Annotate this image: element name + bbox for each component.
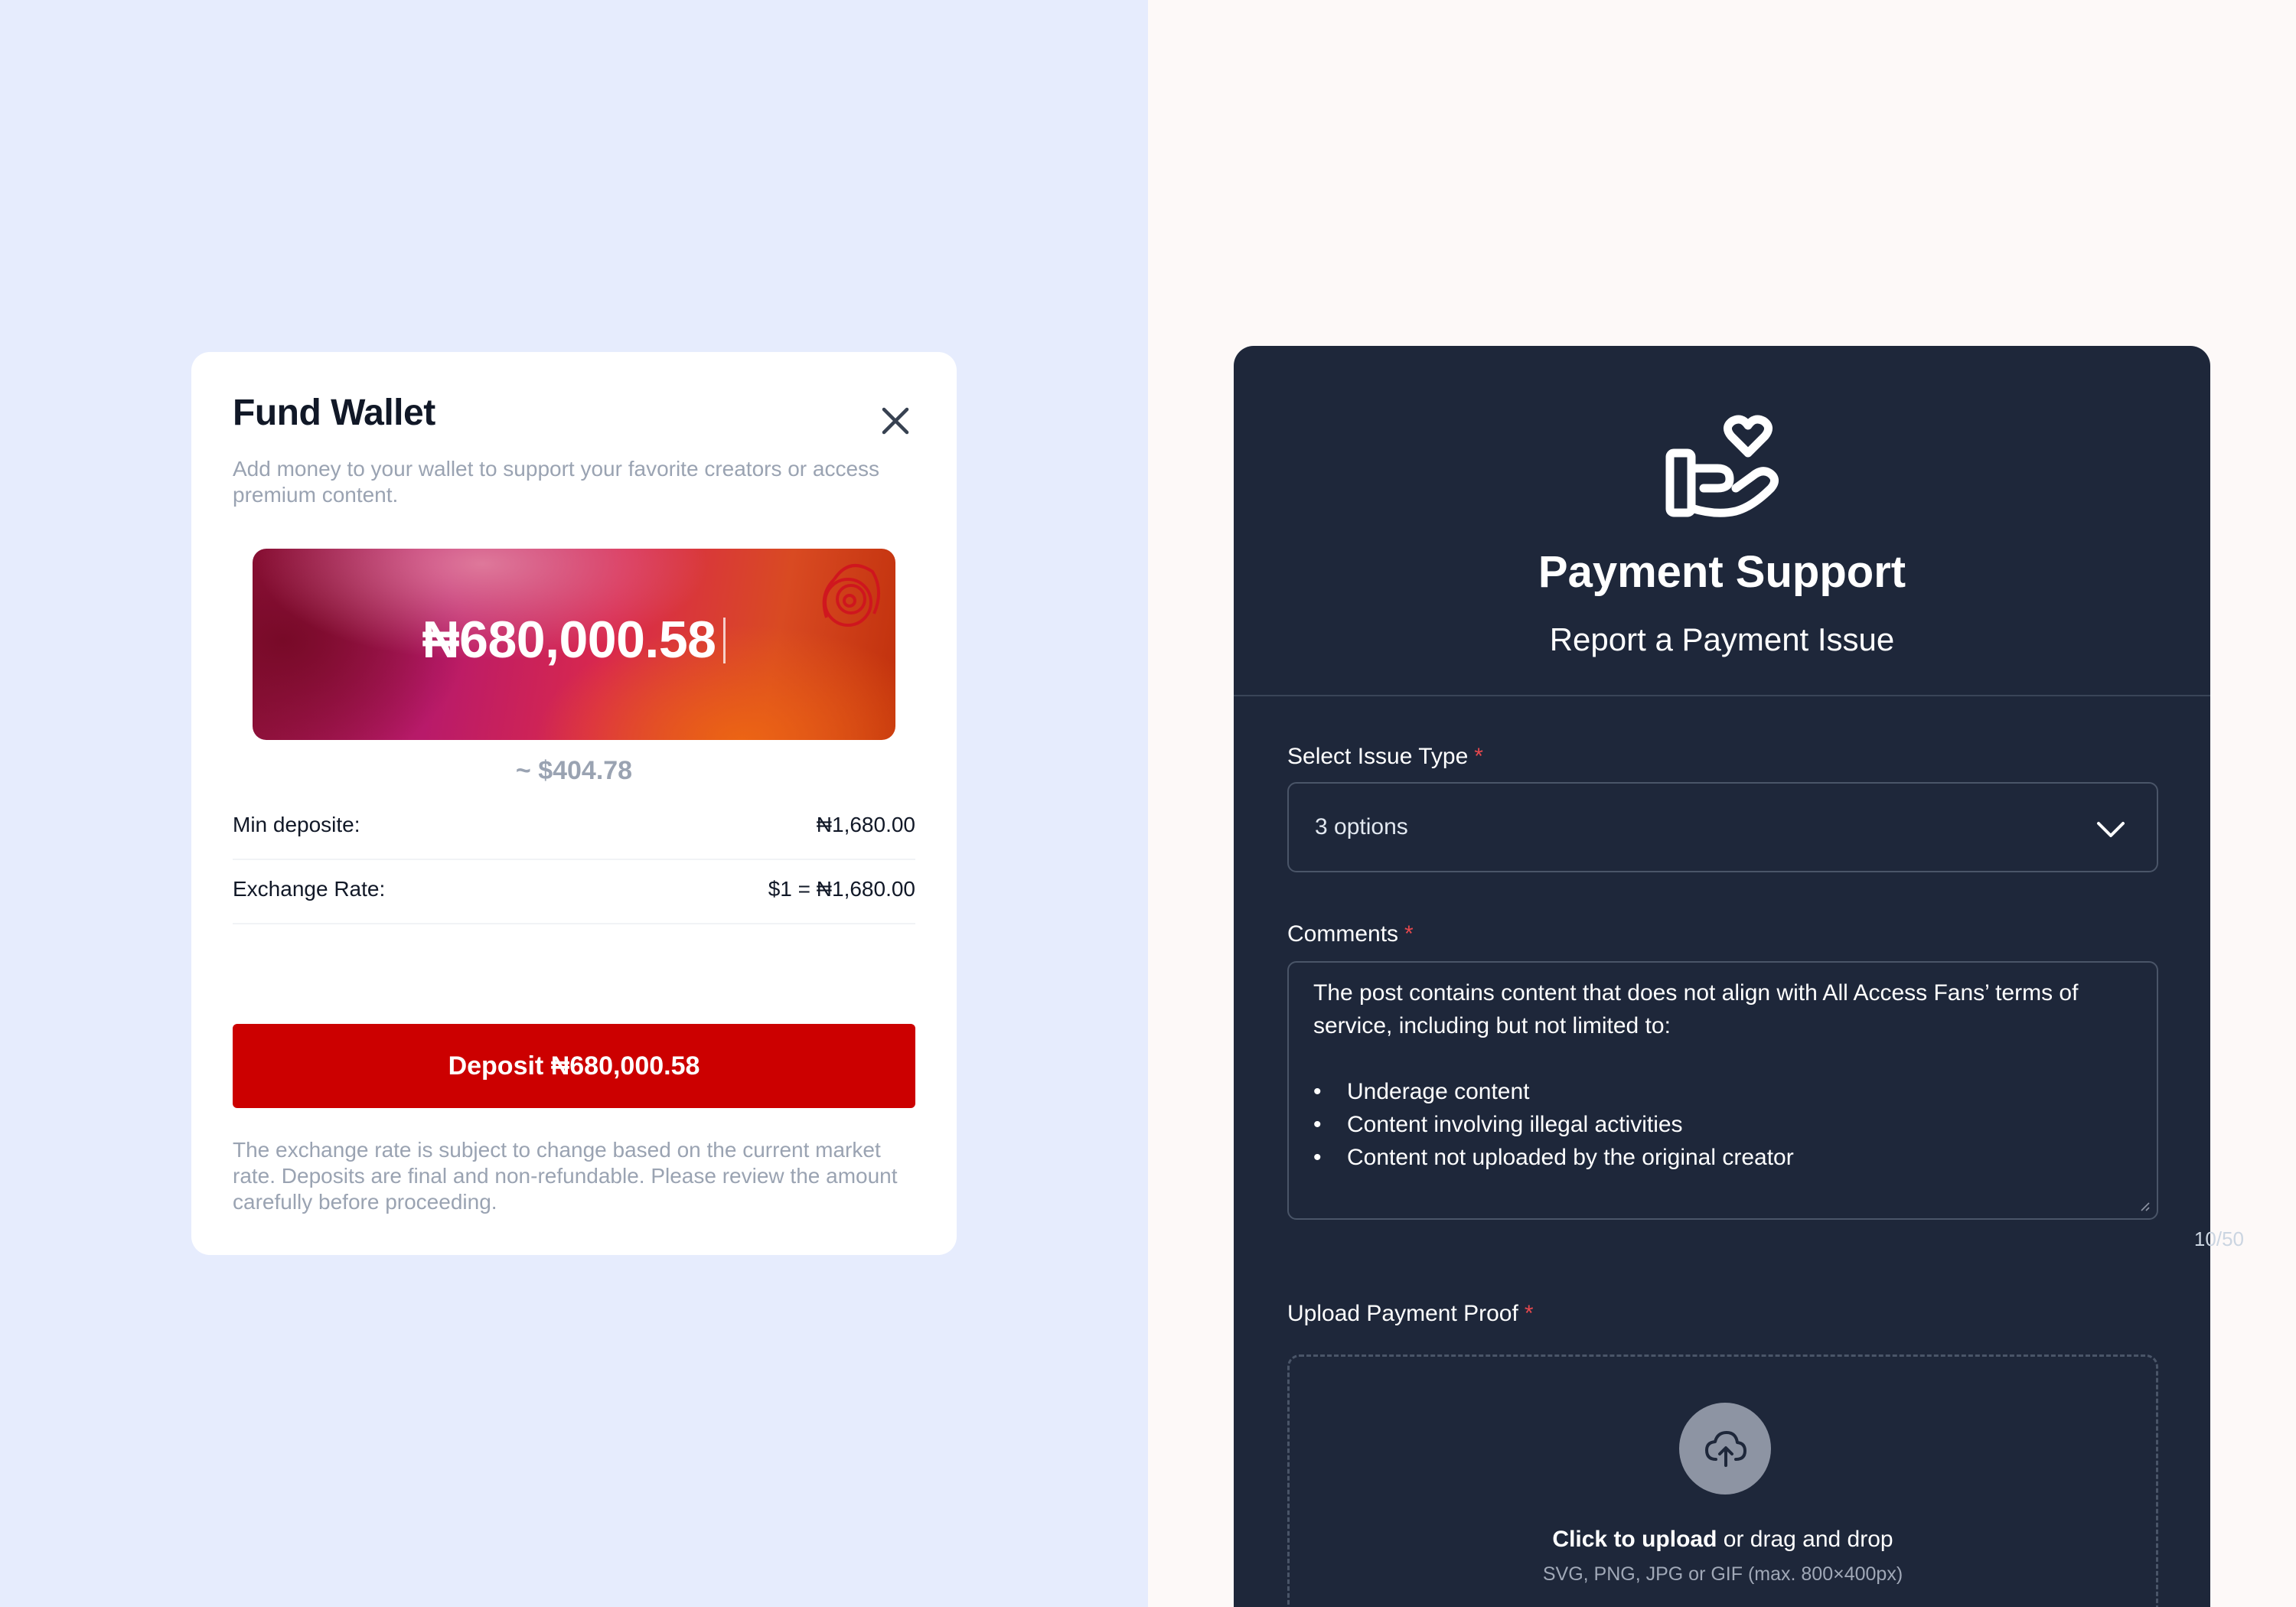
upload-instruction-rest: or drag and drop <box>1717 1527 1893 1552</box>
upload-icon-badge <box>1679 1403 1771 1495</box>
min-deposit-row: Min deposite: ₦1,680.00 <box>233 796 915 860</box>
upload-instruction: Click to upload or drag and drop <box>1290 1527 2156 1553</box>
upload-link[interactable]: Click to upload <box>1552 1527 1717 1552</box>
upload-dropzone[interactable]: Click to upload or drag and drop SVG, PN… <box>1287 1354 2158 1607</box>
comments-label-text: Comments <box>1287 921 1399 947</box>
required-marker: * <box>1474 744 1483 769</box>
close-icon <box>882 407 909 435</box>
exchange-rate-label: Exchange Rate: <box>233 877 386 901</box>
issue-type-value: 3 options <box>1315 814 1408 839</box>
min-deposit-label: Min deposite: <box>233 813 360 836</box>
comments-label: Comments * <box>1287 921 1414 947</box>
exchange-rate-value: $1 = ₦1,680.00 <box>768 877 915 901</box>
amount-input[interactable]: ₦680,000.58 <box>253 549 895 740</box>
issue-type-label: Select Issue Type * <box>1287 744 1483 770</box>
character-count: 10/50 <box>2193 1227 2244 1250</box>
usd-equivalent: ~ $404.78 <box>515 756 633 785</box>
amount-display: ₦680,000.58 <box>253 610 895 670</box>
left-pane: Fund Wallet Add money to your wallet to … <box>0 0 1148 1607</box>
comments-textarea[interactable]: The post contains content that does not … <box>1287 961 2158 1220</box>
support-subtitle: Report a Payment Issue <box>1549 621 1895 657</box>
resize-handle-icon[interactable] <box>2138 1200 2151 1212</box>
exchange-rate-row: Exchange Rate: $1 = ₦1,680.00 <box>233 860 915 924</box>
upload-label: Upload Payment Proof * <box>1287 1301 1534 1327</box>
upload-label-text: Upload Payment Proof <box>1287 1301 1518 1326</box>
list-item: Content not uploaded by the original cre… <box>1313 1141 2132 1174</box>
amount-value: ₦680,000.58 <box>422 611 716 669</box>
modal-subtitle: Add money to your wallet to support your… <box>233 457 880 507</box>
issue-type-select[interactable]: 3 options <box>1287 782 2158 872</box>
cloud-upload-icon <box>1705 1431 1746 1467</box>
upload-hint: SVG, PNG, JPG or GIF (max. 800×400px) <box>1542 1563 1903 1585</box>
header-divider <box>1234 695 2210 696</box>
fund-wallet-modal: Fund Wallet Add money to your wallet to … <box>191 352 957 1255</box>
support-title: Payment Support <box>1538 547 1906 597</box>
comments-list: Underage content Content involving illeg… <box>1313 1075 2132 1174</box>
required-marker: * <box>1524 1301 1534 1326</box>
chevron-down-icon <box>2097 822 2125 837</box>
list-item: Underage content <box>1313 1075 2132 1108</box>
required-marker: * <box>1404 921 1414 947</box>
deposit-button[interactable]: Deposit ₦680,000.58 <box>233 1024 915 1108</box>
payment-support-card: Payment Support Report a Payment Issue S… <box>1234 346 2210 1607</box>
min-deposit-value: ₦1,680.00 <box>816 813 915 836</box>
hand-heart-icon <box>1665 415 1779 517</box>
text-caret <box>723 618 726 663</box>
list-item: Content involving illegal activities <box>1313 1108 2132 1141</box>
disclaimer-note: The exchange rate is subject to change b… <box>233 1138 898 1214</box>
close-button[interactable] <box>872 398 918 444</box>
issue-type-label-text: Select Issue Type <box>1287 744 1469 769</box>
comments-intro: The post contains content that does not … <box>1313 980 2079 1038</box>
modal-title: Fund Wallet <box>233 393 435 433</box>
